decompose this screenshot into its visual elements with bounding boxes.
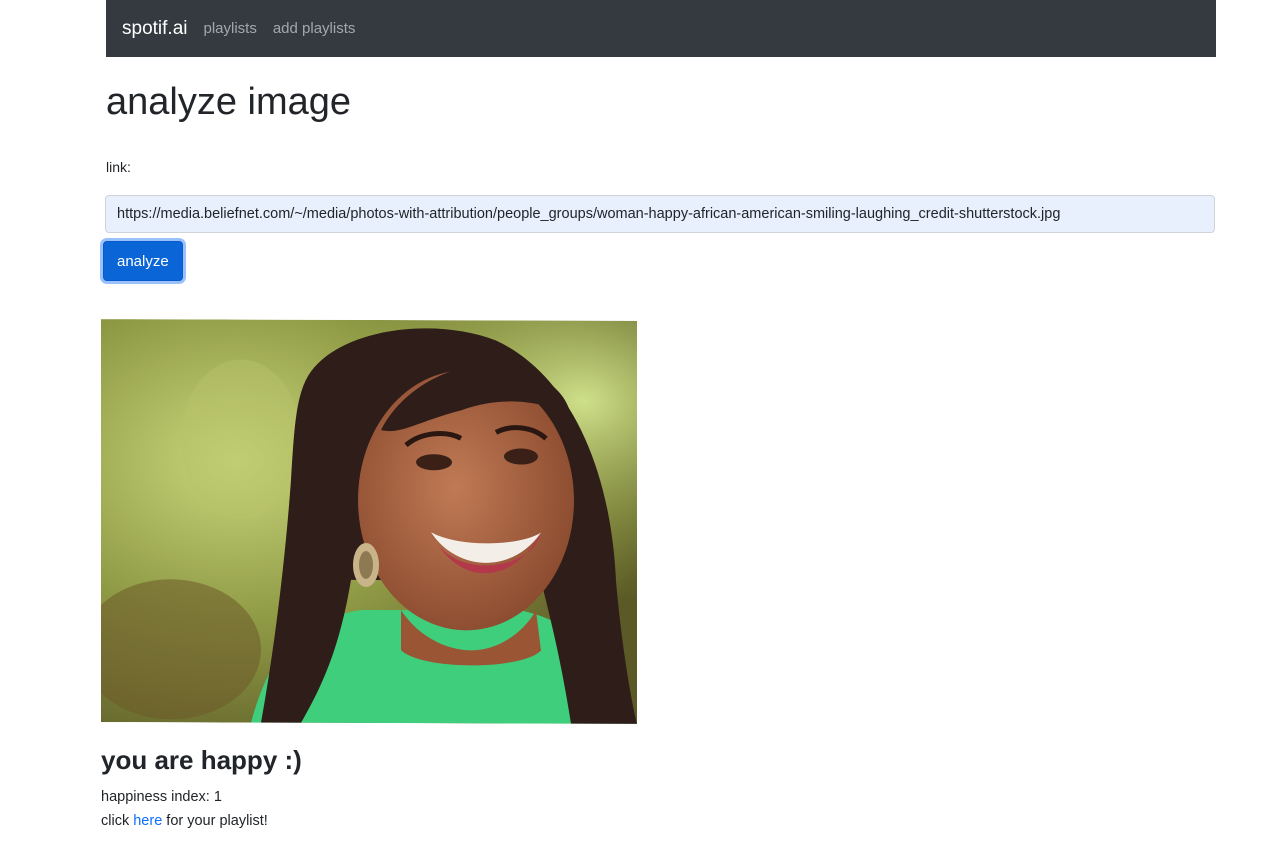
playlist-prompt: click here for your playlist! — [101, 813, 268, 829]
playlist-prompt-suffix: for your playlist! — [162, 813, 268, 829]
top-navbar: spotif.ai playlists add playlists — [106, 0, 1216, 57]
page-title: analyze image — [106, 81, 352, 123]
brand-link[interactable]: spotif.ai — [122, 18, 187, 40]
playlist-here-link[interactable]: here — [133, 813, 162, 829]
analyze-button[interactable]: analyze — [103, 241, 183, 281]
link-field-label: link: — [106, 159, 131, 175]
analyzed-photo — [101, 319, 637, 724]
analyzed-photo-image — [101, 319, 637, 724]
nav-link-add-playlists[interactable]: add playlists — [273, 20, 356, 37]
playlist-prompt-prefix: click — [101, 813, 134, 829]
nav-link-playlists[interactable]: playlists — [203, 20, 256, 37]
happiness-index-text: happiness index: 1 — [101, 789, 222, 805]
result-title: you are happy :) — [101, 745, 302, 775]
image-link-input[interactable] — [105, 195, 1215, 233]
